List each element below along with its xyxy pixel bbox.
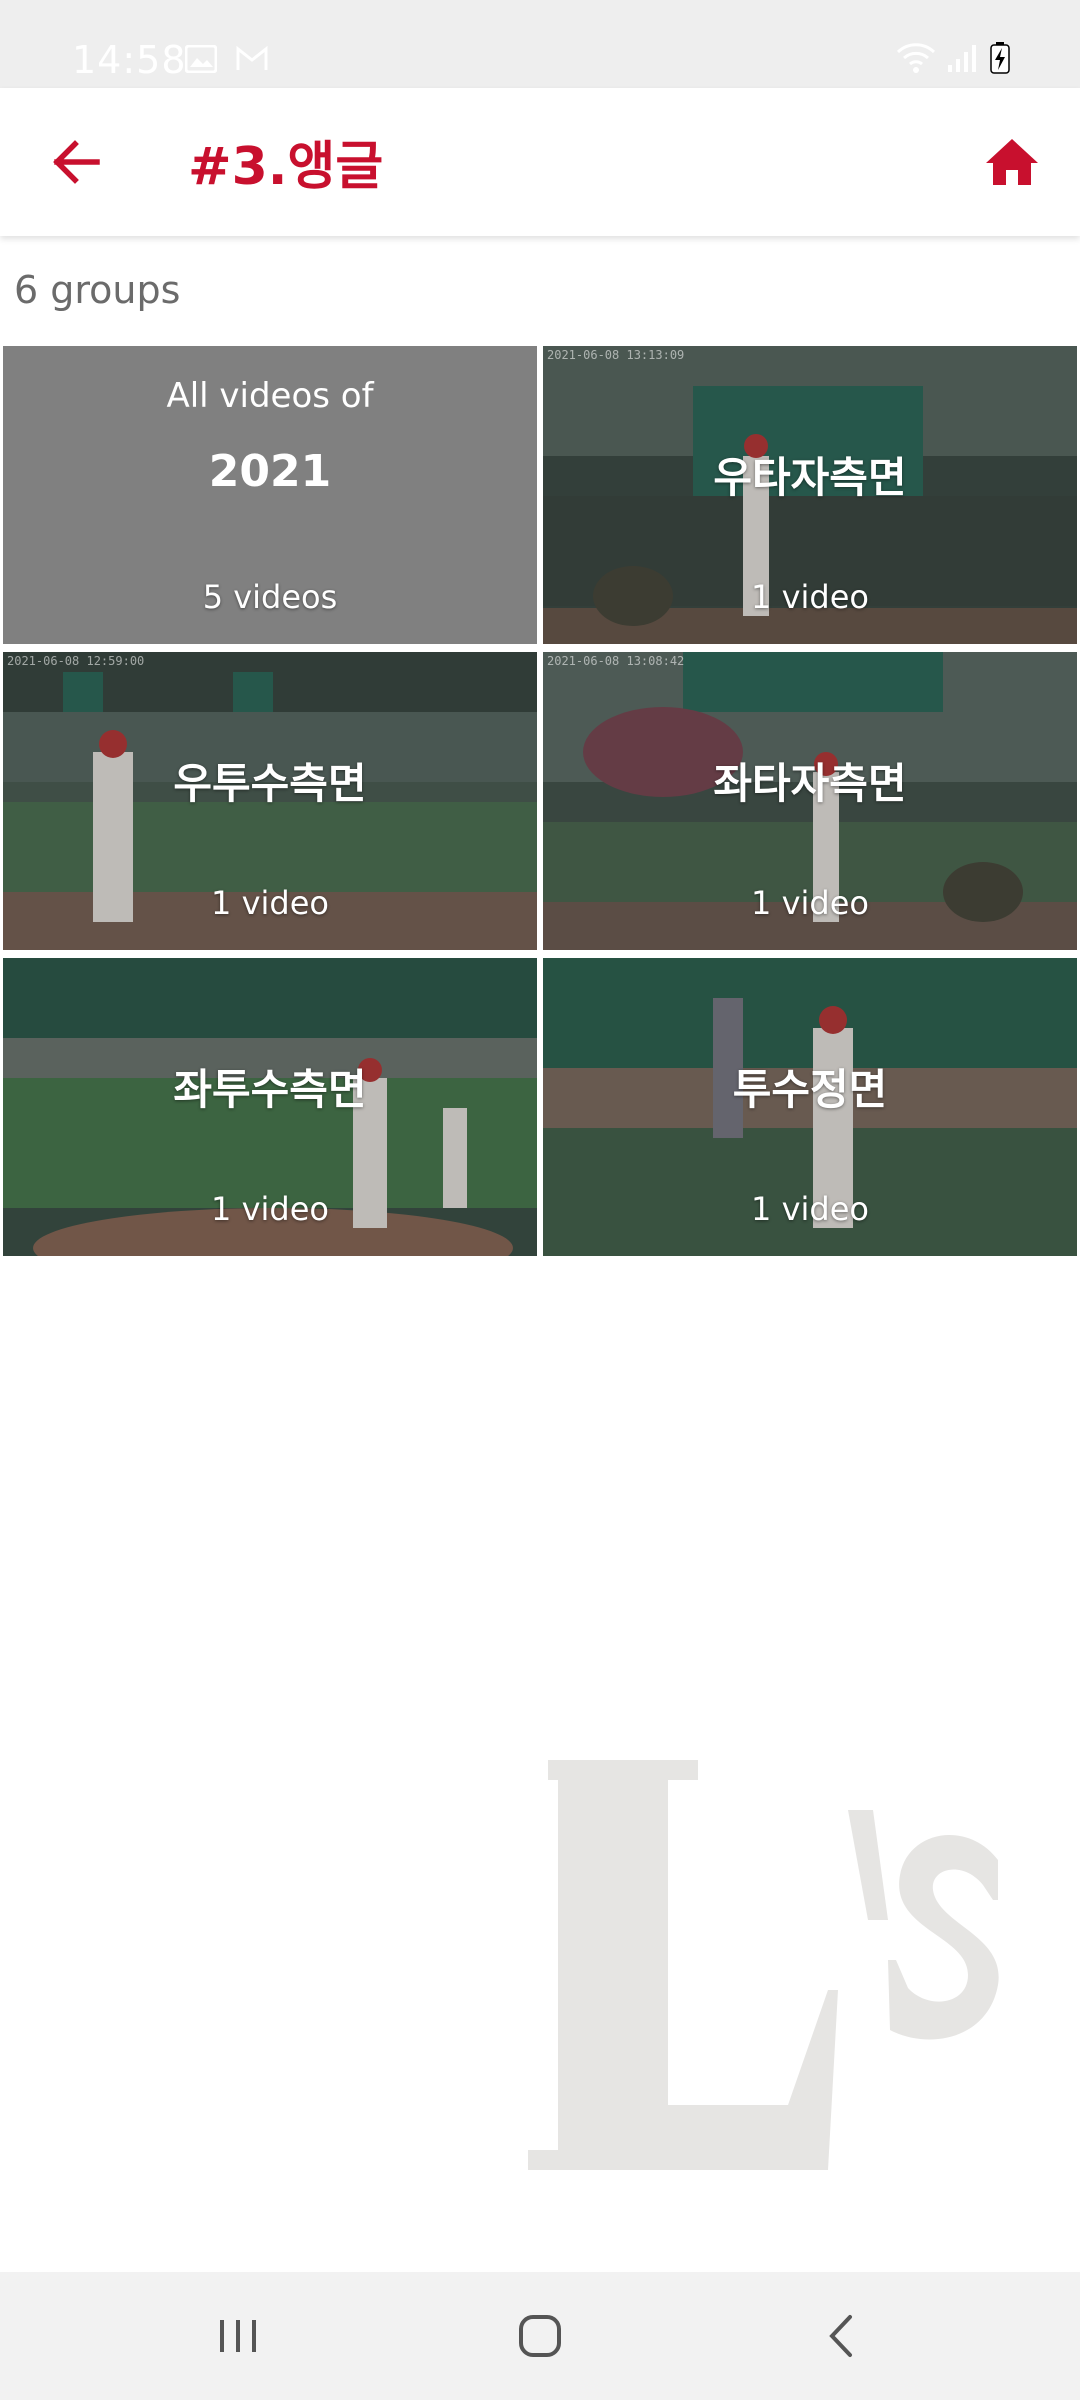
video-timestamp: 2021-06-08 13:08:42 [547,654,685,668]
video-timestamp: 2021-06-08 13:13:09 [547,348,685,362]
group-title: 투수정면 [732,1065,888,1114]
group-title: 좌타자측면 [713,759,907,808]
home-circle-icon [519,2315,561,2357]
brand-watermark-logo [528,1760,999,2170]
recents-button[interactable] [190,2296,286,2376]
nav-home-button[interactable] [492,2296,588,2376]
group-grid: All videos of 2021 5 videos 2021-06-08 1… [3,346,1077,1256]
wifi-icon [896,43,936,73]
group-video-count: 1 video [751,884,869,922]
system-nav-bar [0,2272,1080,2400]
home-button[interactable] [976,126,1048,198]
gallery-icon [185,45,217,73]
group-tile[interactable]: 좌투수측면 1 video [3,958,537,1256]
nav-back-button[interactable] [794,2296,890,2376]
mail-icon [236,45,268,70]
status-bar: 14:58 [0,0,1080,88]
group-tile[interactable]: 2021-06-08 13:08:42 좌타자측면 1 video [543,652,1077,950]
group-title: 우투수측면 [173,759,367,808]
group-video-count: 1 video [211,884,329,922]
back-button[interactable] [40,126,112,198]
signal-icon [948,45,976,72]
status-system-icons [896,42,1010,74]
group-title: 좌투수측면 [173,1065,367,1114]
page-title: #3.앵글 [188,137,384,197]
group-tile[interactable]: 2021-06-08 12:59:00 우투수측면 1 video [3,652,537,950]
group-video-count: 1 video [751,578,869,616]
group-video-count: 1 video [211,1190,329,1228]
app-bar: #3.앵글 [0,88,1080,236]
group-video-count: 1 video [751,1190,869,1228]
all-videos-count: 5 videos [202,578,338,616]
all-videos-year: 2021 [208,446,332,497]
status-notification-icons [185,45,269,73]
home-icon [986,139,1038,185]
group-title: 우타자측면 [713,453,907,502]
group-tile[interactable]: 2021-06-08 13:13:09 우타자측면 1 video [543,346,1077,644]
video-timestamp: 2021-06-08 12:59:00 [7,654,145,668]
arrow-left-icon [53,140,100,184]
chevron-left-icon [829,2315,852,2357]
group-count: 6 groups [14,268,181,312]
group-tile[interactable]: 투수정면 1 video [543,958,1077,1256]
recents-icon [220,2320,256,2352]
status-time: 14:58 [72,38,187,82]
all-videos-tile[interactable]: All videos of 2021 5 videos [3,346,537,644]
all-videos-label: All videos of [166,376,374,416]
battery-icon [990,42,1010,74]
